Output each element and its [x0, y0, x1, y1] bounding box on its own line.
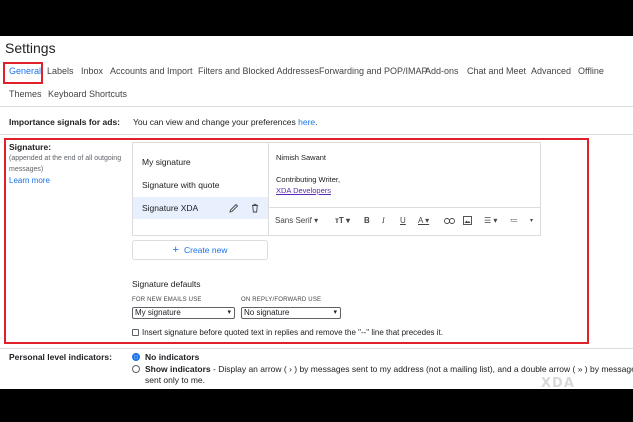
- show-indicators-radio[interactable]: [132, 365, 140, 373]
- signature-company-link[interactable]: XDA Developers: [276, 186, 331, 195]
- divider: [0, 348, 633, 349]
- align-icon[interactable]: ☰ ▾: [484, 216, 497, 225]
- font-size-icon[interactable]: тT ▾: [335, 216, 350, 225]
- importance-text: You can view and change your preferences…: [133, 117, 318, 127]
- signature-note: (appended at the end of all outgoing mes…: [9, 155, 122, 173]
- tab-inbox[interactable]: Inbox: [81, 66, 103, 76]
- tab-labels[interactable]: Labels: [47, 66, 74, 76]
- personal-level-label: Personal level indicators:: [9, 352, 112, 362]
- tab-accounts-and-import[interactable]: Accounts and Import: [110, 66, 193, 76]
- tab-themes[interactable]: Themes: [9, 89, 42, 99]
- insert-image-icon[interactable]: [463, 216, 472, 225]
- learn-more-link[interactable]: Learn more: [9, 176, 50, 185]
- show-indicators-text: Show indicators - Display an arrow ( › )…: [145, 364, 633, 374]
- formatting-toolbar: Sans Serif ▾ тT ▾ B I U A ▾ ☰ ▾ ≔ ▾: [268, 207, 541, 236]
- insert-before-quoted-text: Insert signature before quoted text in r…: [142, 328, 443, 337]
- page-title: Settings: [5, 40, 56, 56]
- bold-icon[interactable]: B: [364, 216, 370, 225]
- edit-pencil-icon[interactable]: [229, 203, 239, 213]
- general-tab-highlight: [3, 62, 43, 84]
- tab-keyboard-shortcuts[interactable]: Keyboard Shortcuts: [48, 89, 127, 99]
- reply-forward-signature-select[interactable]: No signature ▾: [241, 307, 341, 319]
- trash-icon[interactable]: [250, 203, 260, 213]
- reply-forward-caption: ON REPLY/FORWARD USE: [241, 297, 322, 303]
- tab-offline[interactable]: Offline: [578, 66, 604, 76]
- xda-watermark: XDA: [541, 376, 575, 391]
- text-color-icon[interactable]: A ▾: [418, 216, 429, 225]
- signature-defaults-title: Signature defaults: [132, 279, 201, 289]
- show-indicators-text-line2: sent only to me.: [145, 375, 206, 385]
- tab-forwarding-and-pop-imap[interactable]: Forwarding and POP/IMAP: [319, 66, 428, 76]
- tab-advanced[interactable]: Advanced: [531, 66, 571, 76]
- underline-icon[interactable]: U: [400, 216, 406, 225]
- numbered-list-icon[interactable]: ≔: [510, 216, 518, 225]
- chevron-down-icon: ▾: [227, 309, 231, 316]
- signature-item-selected[interactable]: Signature XDA: [133, 197, 269, 219]
- create-new-button[interactable]: + Create new: [132, 240, 268, 260]
- italic-icon[interactable]: I: [382, 216, 385, 225]
- importance-label: Importance signals for ads:: [9, 117, 120, 127]
- plus-icon: +: [172, 244, 179, 256]
- signature-label: Signature:: [9, 142, 52, 152]
- font-family-dropdown[interactable]: Sans Serif ▾: [275, 216, 318, 225]
- more-formatting-icon[interactable]: ▾: [530, 217, 533, 224]
- no-indicators-radio[interactable]: [132, 353, 140, 361]
- signature-name-text: Nimish Sawant: [276, 153, 327, 162]
- insert-before-quoted-checkbox[interactable]: [132, 329, 139, 336]
- tab-chat-and-meet[interactable]: Chat and Meet: [467, 66, 526, 76]
- new-emails-caption: FOR NEW EMAILS USE: [132, 297, 202, 303]
- divider: [0, 134, 633, 135]
- link-icon[interactable]: [444, 217, 455, 225]
- no-indicators-label: No indicators: [145, 352, 200, 362]
- importance-here-link[interactable]: here: [298, 117, 315, 127]
- tab-add-ons[interactable]: Add-ons: [425, 66, 459, 76]
- signature-item[interactable]: Signature with quote: [133, 174, 269, 196]
- settings-page: Settings General Labels Inbox Accounts a…: [0, 36, 633, 389]
- divider: [0, 106, 633, 107]
- signature-list: My signature Signature with quote Signat…: [132, 142, 269, 236]
- chevron-down-icon: ▾: [333, 309, 337, 316]
- new-emails-signature-select[interactable]: My signature ▾: [132, 307, 235, 319]
- signature-item[interactable]: My signature: [133, 151, 269, 173]
- signature-role-text: Contributing Writer,: [276, 175, 341, 184]
- tab-filters-and-blocked-addresses[interactable]: Filters and Blocked Addresses: [198, 66, 319, 76]
